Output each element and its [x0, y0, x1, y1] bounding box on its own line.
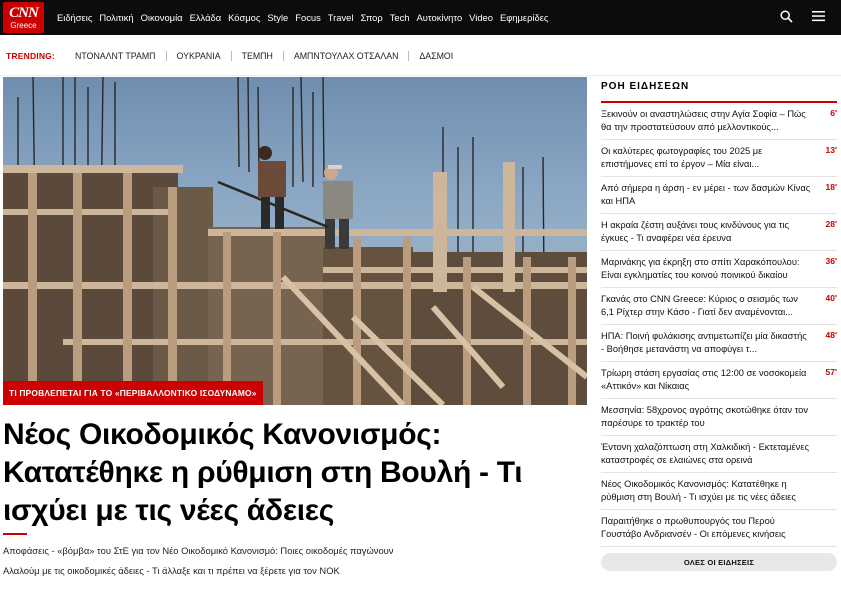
news-feed-list: Ξεκινούν οι αναστηλώσεις στην Αγία Σοφία…	[601, 103, 837, 547]
search-icon[interactable]	[779, 9, 793, 23]
nav-item-eidiseis[interactable]: Ειδήσεις	[57, 12, 92, 23]
article-kicker[interactable]: ΤΙ ΠΡΟΒΛΕΠΕΤΑΙ ΓΙΑ ΤΟ «ΠΕΡΙΒΑΛΛΟΝΤΙΚΟ ΙΣ…	[3, 381, 263, 405]
trending-item[interactable]: ΝΤΟΝΑΛΝΤ ΤΡΑΜΠ	[65, 50, 167, 61]
news-feed-item[interactable]: Μαρινάκης για έκρηξη στο σπίτι Χαρακόπου…	[601, 251, 837, 288]
menu-icon[interactable]	[811, 9, 825, 23]
headline-divider	[3, 533, 27, 535]
news-feed-item[interactable]: Τρίωρη στάση εργασίας στις 12:00 σε νοσο…	[601, 362, 837, 399]
news-feed-item-title: Γκανάς στο CNN Greece: Κύριος ο σεισμός …	[601, 294, 798, 317]
news-feed-item-title: Μεσσηνία: 58χρονος αγρότης σκοτώθηκε ότα…	[601, 405, 808, 428]
trending-bar: TRENDING: ΝΤΟΝΑΛΝΤ ΤΡΑΜΠ ΟΥΚΡΑΝΙΑ ΤΕΜΠΗ …	[0, 36, 841, 76]
news-feed-item-time: 13'	[825, 145, 837, 155]
news-feed-item-title: ΗΠΑ: Ποινή φυλάκισης αντιμετωπίζει μία δ…	[601, 331, 807, 354]
news-feed-item-title: Τρίωρη στάση εργασίας στις 12:00 σε νοσο…	[601, 368, 807, 391]
news-feed-item[interactable]: Η ακραία ζέστη αυξάνει τους κινδύνους γι…	[601, 214, 837, 251]
news-feed-item[interactable]: Γκανάς στο CNN Greece: Κύριος ο σεισμός …	[601, 288, 837, 325]
news-feed-item-title: Νέος Οικοδομικός Κανονισμός: Κατατέθηκε …	[601, 479, 796, 502]
nav-item-tech[interactable]: Tech	[390, 12, 410, 23]
related-link[interactable]: Αποφάσεις - «βόμβα» του ΣτΕ για τον Νέο …	[3, 545, 394, 556]
all-news-button[interactable]: ΟΛΕΣ ΟΙ ΕΙΔΗΣΕΙΣ	[601, 553, 837, 571]
trending-item[interactable]: ΤΕΜΠΗ	[232, 50, 284, 61]
news-feed-item[interactable]: ΗΠΑ: Ποινή φυλάκισης αντιμετωπίζει μία δ…	[601, 325, 837, 362]
news-feed-title: ΡΟΗ ΕΙΔΗΣΕΩΝ	[601, 81, 690, 92]
logo-sub-text: Greece	[10, 20, 37, 30]
news-feed-item-title: Ξεκινούν οι αναστηλώσεις στην Αγία Σοφία…	[601, 109, 806, 132]
news-feed-item-time: 36'	[825, 256, 837, 266]
nav-item-efimerides[interactable]: Εφημερίδες	[500, 12, 548, 23]
news-feed-item-title: Έντονη χαλαζόπτωση στη Χαλκιδική - Εκτετ…	[601, 442, 809, 465]
news-feed-item-time: 28'	[825, 219, 837, 229]
logo-main-text: CNN	[9, 4, 39, 21]
news-feed-item-title: Παραιτήθηκε ο πρωθυπουργός του Περού Γου…	[601, 516, 786, 539]
news-feed-item-time: 40'	[825, 293, 837, 303]
news-feed-sidebar: ΡΟΗ ΕΙΔΗΣΕΩΝ Ξεκινούν οι αναστηλώσεις στ…	[601, 77, 841, 571]
nav-item-spor[interactable]: Σπορ	[360, 12, 382, 23]
nav-item-style[interactable]: Style	[267, 12, 288, 23]
top-navbar: CNN Greece Ειδήσεις Πολιτική Οικονομία Ε…	[0, 0, 841, 35]
nav-item-video[interactable]: Video	[469, 12, 493, 23]
news-feed-item[interactable]: Από σήμερα η άρση - εν μέρει - των δασμώ…	[601, 177, 837, 214]
cnn-greece-logo[interactable]: CNN Greece	[3, 2, 44, 33]
news-feed-item[interactable]: Ξεκινούν οι αναστηλώσεις στην Αγία Σοφία…	[601, 103, 837, 140]
trending-item[interactable]: ΟΥΚΡΑΝΙΑ	[167, 50, 232, 61]
hero-image[interactable]	[3, 77, 587, 405]
nav-item-ellada[interactable]: Ελλάδα	[190, 12, 222, 23]
nav-item-oikonomia[interactable]: Οικονομία	[141, 12, 183, 23]
trending-label: TRENDING:	[6, 50, 56, 61]
nav-item-aftokinito[interactable]: Αυτοκίνητο	[417, 12, 463, 23]
nav-item-politiki[interactable]: Πολιτική	[99, 12, 133, 23]
news-feed-item-time: 57'	[825, 367, 837, 377]
nav-item-focus[interactable]: Focus	[295, 12, 321, 23]
news-feed-item-time: 18'	[825, 182, 837, 192]
news-feed-item-title: Μαρινάκης για έκρηξη στο σπίτι Χαρακόπου…	[601, 257, 800, 280]
news-feed-item-title: Η ακραία ζέστη αυξάνει τους κινδύνους γι…	[601, 220, 789, 243]
header-icons	[779, 9, 825, 23]
news-feed-item[interactable]: Έντονη χαλαζόπτωση στη Χαλκιδική - Εκτετ…	[601, 436, 837, 473]
trending-item[interactable]: ΑΜΠΝΤΟΥΛΑΧ ΟΤΣΑΛΑΝ	[284, 50, 410, 61]
nav-item-travel[interactable]: Travel	[328, 12, 354, 23]
main-headline[interactable]: Νέος Οικοδομικός Κανονισμός: Κατατέθηκε …	[3, 416, 593, 530]
trending-item[interactable]: ΔΑΣΜΟΙ	[409, 51, 463, 61]
related-link[interactable]: Αλαλούμ με τις οικοδομικές άδειες - Τι ά…	[3, 565, 340, 576]
news-feed-item[interactable]: Παραιτήθηκε ο πρωθυπουργός του Περού Γου…	[601, 510, 837, 547]
news-feed-item-title: Οι καλύτερες φωτογραφίες του 2025 με επι…	[601, 146, 763, 169]
news-feed-item-title: Από σήμερα η άρση - εν μέρει - των δασμώ…	[601, 183, 811, 206]
news-feed-item-time: 6'	[830, 108, 837, 118]
news-feed-item[interactable]: Νέος Οικοδομικός Κανονισμός: Κατατέθηκε …	[601, 473, 837, 510]
news-feed-item-time: 48'	[825, 330, 837, 340]
nav-item-kosmos[interactable]: Κόσμος	[228, 12, 260, 23]
news-feed-item[interactable]: Μεσσηνία: 58χρονος αγρότης σκοτώθηκε ότα…	[601, 399, 837, 436]
news-feed-item[interactable]: Οι καλύτερες φωτογραφίες του 2025 με επι…	[601, 140, 837, 177]
main-nav: Ειδήσεις Πολιτική Οικονομία Ελλάδα Κόσμο…	[57, 12, 555, 23]
